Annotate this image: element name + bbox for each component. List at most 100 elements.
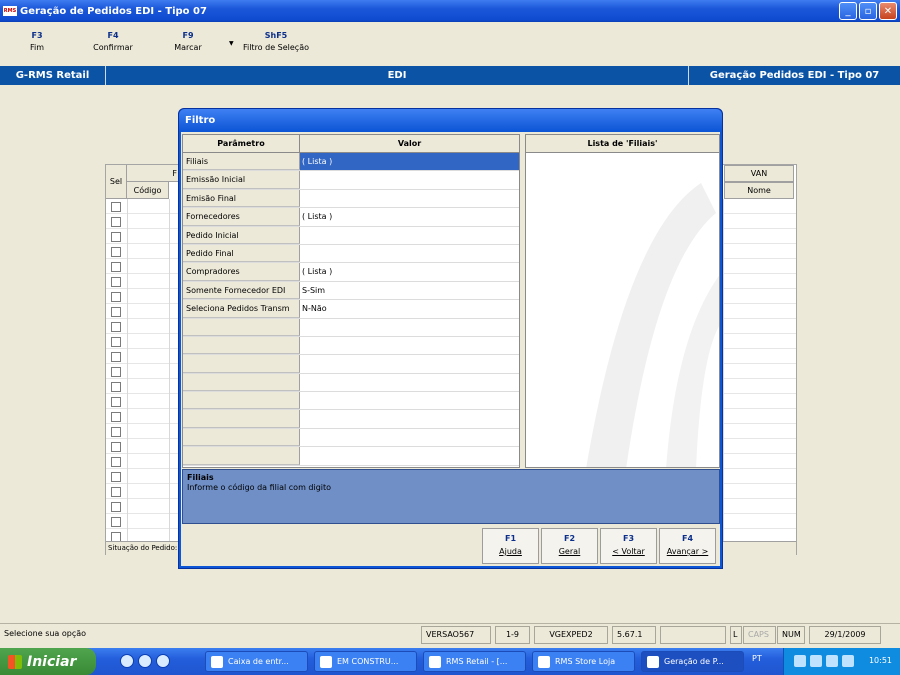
marcar-button[interactable]: F9 Marcar — [170, 31, 206, 52]
parameter-row[interactable]: Compradores( Lista ) — [183, 263, 519, 282]
parameter-value[interactable]: ( Lista ) — [300, 208, 519, 225]
parameter-row[interactable] — [183, 428, 519, 448]
status-program: VGEXPED2 — [534, 626, 608, 644]
task-caixa-entrada[interactable]: Caixa de entr... — [205, 651, 308, 672]
task-rms-retail[interactable]: RMS Retail - [... — [423, 651, 526, 672]
select-checkbox[interactable] — [111, 427, 121, 437]
confirmar-button[interactable]: F4 Confirmar — [88, 31, 138, 52]
rms-tray-icon[interactable] — [826, 655, 838, 667]
select-checkbox[interactable] — [111, 262, 121, 272]
parameter-row[interactable]: Filiais( Lista ) — [183, 153, 519, 172]
help-text: Informe o código da filial com digito — [187, 483, 332, 492]
select-checkbox[interactable] — [111, 412, 121, 422]
parameter-value[interactable] — [300, 171, 519, 188]
nome-column-header: Nome — [724, 182, 794, 199]
parameter-value[interactable]: N-Não — [300, 300, 519, 317]
status-num: NUM — [777, 626, 805, 644]
voltar-button[interactable]: F3 < Voltar — [600, 528, 657, 564]
parameter-value[interactable] — [300, 319, 519, 336]
parameter-name: Emissão Inicial — [183, 171, 300, 189]
parameter-value[interactable]: ( Lista ) — [300, 263, 519, 280]
header-right: Geração Pedidos EDI - Tipo 07 — [688, 66, 900, 85]
parameter-value[interactable] — [300, 410, 519, 427]
parameter-value[interactable]: S-Sim — [300, 282, 519, 299]
parameter-row[interactable] — [183, 336, 519, 356]
parameter-value[interactable] — [300, 355, 519, 372]
filiais-list-panel: Lista de 'Filiais' — [525, 134, 720, 468]
geral-button[interactable]: F2 Geral — [541, 528, 598, 564]
select-checkbox[interactable] — [111, 322, 121, 332]
parameter-value[interactable] — [300, 429, 519, 446]
parameter-row[interactable]: Emisão Final — [183, 189, 519, 209]
select-checkbox[interactable] — [111, 352, 121, 362]
parameter-value[interactable] — [300, 227, 519, 244]
avancar-button[interactable]: F4 Avançar > — [659, 528, 716, 564]
parameter-value[interactable]: ( Lista ) — [300, 153, 519, 171]
select-checkbox[interactable] — [111, 277, 121, 287]
sel-column-header: Sel — [106, 165, 127, 199]
parameter-row[interactable] — [183, 355, 519, 374]
parameter-row[interactable]: Seleciona Pedidos Transm N-Não — [183, 300, 519, 319]
select-checkbox[interactable] — [111, 367, 121, 377]
dialog-body: Parâmetro Valor Filiais( Lista ) Emissão … — [181, 132, 720, 566]
status-build: 5.67.1 — [612, 626, 656, 644]
parameter-row[interactable] — [183, 318, 519, 337]
task-geracao-pedidos[interactable]: Geração de P... — [641, 651, 744, 672]
parameter-row[interactable] — [183, 373, 519, 393]
select-checkbox[interactable] — [111, 472, 121, 482]
media-icon[interactable] — [156, 654, 170, 668]
parameter-row[interactable] — [183, 447, 519, 466]
fim-button[interactable]: F3 Fim — [22, 31, 52, 52]
help-title: Filiais — [187, 473, 214, 482]
select-checkbox[interactable] — [111, 487, 121, 497]
select-checkbox[interactable] — [111, 307, 121, 317]
parameter-value[interactable] — [300, 245, 519, 262]
select-checkbox[interactable] — [111, 457, 121, 467]
parameter-name — [183, 373, 300, 392]
select-checkbox[interactable] — [111, 502, 121, 512]
parameter-value[interactable] — [300, 337, 519, 354]
task-rms-store-loja[interactable]: RMS Store Loja — [532, 651, 635, 672]
select-checkbox[interactable] — [111, 517, 121, 527]
key-label: F9 — [182, 31, 194, 40]
messenger-icon[interactable] — [842, 655, 854, 667]
network-icon[interactable] — [794, 655, 806, 667]
parameter-row[interactable]: Pedido Final — [183, 244, 519, 264]
select-checkbox[interactable] — [111, 397, 121, 407]
select-checkbox[interactable] — [111, 217, 121, 227]
antivirus-icon[interactable] — [810, 655, 822, 667]
dropdown-arrow-icon[interactable]: ▼ — [229, 40, 234, 47]
parameter-row[interactable] — [183, 410, 519, 429]
ajuda-button[interactable]: F1 Ajuda — [482, 528, 539, 564]
close-button[interactable]: ✕ — [879, 2, 897, 20]
parameter-value[interactable] — [300, 190, 519, 207]
parameter-row[interactable]: Emissão Inicial — [183, 171, 519, 190]
browser-icon[interactable] — [138, 654, 152, 668]
language-indicator[interactable]: PT — [752, 654, 762, 663]
parameter-value[interactable] — [300, 392, 519, 409]
select-checkbox[interactable] — [111, 232, 121, 242]
start-button[interactable]: Iniciar — [0, 648, 96, 675]
minimize-button[interactable]: _ — [839, 2, 857, 20]
start-label: Iniciar — [27, 653, 77, 670]
parameter-row[interactable]: Pedido Inicial — [183, 226, 519, 245]
parameter-name — [183, 336, 300, 355]
select-checkbox[interactable] — [111, 202, 121, 212]
select-checkbox[interactable] — [111, 442, 121, 452]
parameter-value[interactable] — [300, 374, 519, 391]
task-label: EM CONSTRU... — [337, 657, 399, 666]
action-label: Ajuda — [499, 547, 522, 556]
select-checkbox[interactable] — [111, 337, 121, 347]
parameter-value[interactable] — [300, 447, 519, 464]
select-checkbox[interactable] — [111, 247, 121, 257]
task-em-construcao[interactable]: EM CONSTRU... — [314, 651, 417, 672]
maximize-button[interactable]: ▫ — [859, 2, 877, 20]
select-checkbox[interactable] — [111, 382, 121, 392]
parameter-row[interactable]: Fornecedores( Lista ) — [183, 208, 519, 227]
select-checkbox[interactable] — [111, 292, 121, 302]
ie-icon[interactable] — [120, 654, 134, 668]
filtro-selecao-button[interactable]: ShF5 Filtro de Seleção — [238, 31, 314, 52]
header-left: G-RMS Retail — [0, 66, 106, 85]
parameter-row[interactable] — [183, 392, 519, 411]
parameter-row[interactable]: Somente Fornecedor EDI S-Sim — [183, 281, 519, 301]
